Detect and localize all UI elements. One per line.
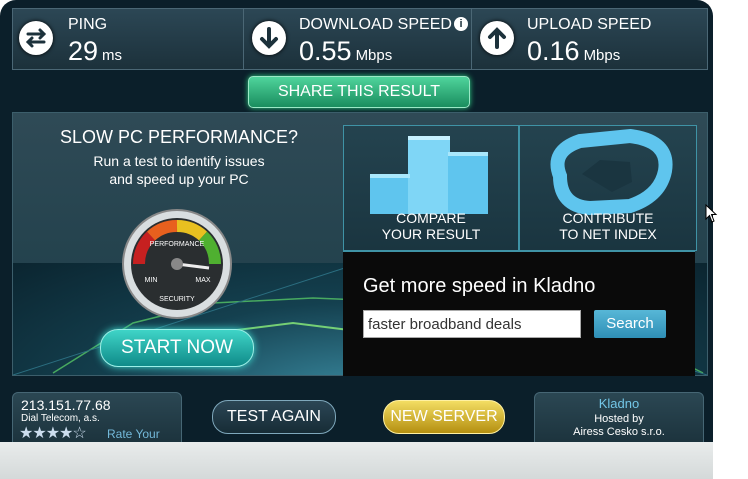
server-city: Kladno bbox=[598, 396, 640, 411]
search-ad: Get more speed in Kladno faster broadban… bbox=[343, 251, 695, 376]
bar-chart-icon bbox=[370, 136, 488, 214]
download-value: 0.55 Mbps bbox=[299, 36, 393, 66]
ping-stat: PING 29 ms bbox=[13, 9, 243, 69]
ip-address: 213.151.77.68 bbox=[21, 397, 111, 413]
gauge-bottom-label: SECURITY bbox=[159, 296, 195, 303]
download-stat: DOWNLOAD SPEED i 0.55 Mbps bbox=[243, 9, 472, 69]
ping-value: 29 ms bbox=[68, 36, 123, 66]
gauge-top-label: PERFORMANCE bbox=[150, 241, 205, 248]
download-arrow-icon bbox=[252, 21, 286, 55]
ping-unit: ms bbox=[102, 47, 123, 64]
server-host: Hosted by Airess Cesko s.r.o. bbox=[573, 413, 665, 438]
main-panel: SLOW PC PERFORMANCE? Run a test to ident… bbox=[12, 112, 708, 376]
slow-pc-subtitle: Run a test to identify issues and speed … bbox=[93, 153, 265, 187]
net-index-tile[interactable]: CONTRIBUTE TO NET INDEX bbox=[519, 125, 697, 251]
ad-title: Get more speed in Kladno bbox=[363, 275, 596, 297]
isp-panel: 213.151.77.68 Dial Telecom, a.s. ★★★★☆ R… bbox=[12, 392, 182, 442]
upload-value: 0.16 Mbps bbox=[527, 36, 621, 66]
start-now-button[interactable]: START NOW bbox=[100, 329, 254, 367]
tiles: COMPARE YOUR RESULT CONTRIBUTE TO NET INDE… bbox=[343, 125, 697, 251]
mouse-cursor-icon bbox=[705, 204, 718, 223]
speedtest-window: PING 29 ms DOWNLOAD SPEED i 0.55 Mbps UPLO… bbox=[0, 0, 713, 442]
server-panel: Kladno Hosted by Airess Cesko s.r.o. bbox=[534, 392, 704, 442]
search-input[interactable]: faster broadband deals bbox=[363, 310, 581, 338]
download-label: DOWNLOAD SPEED bbox=[299, 16, 452, 33]
gauge-min-label: MIN bbox=[145, 277, 158, 284]
download-unit: Mbps bbox=[355, 47, 393, 64]
search-button[interactable]: Search bbox=[594, 310, 666, 338]
ping-arrows-icon bbox=[19, 21, 53, 55]
share-result-button[interactable]: SHARE THIS RESULT bbox=[248, 76, 470, 108]
net-index-caption: CONTRIBUTE TO NET INDEX bbox=[559, 210, 657, 242]
new-server-button[interactable]: NEW SERVER bbox=[383, 400, 505, 434]
upload-label: UPLOAD SPEED bbox=[527, 16, 652, 33]
stats-bar: PING 29 ms DOWNLOAD SPEED i 0.55 Mbps UPLO… bbox=[12, 8, 708, 70]
compare-result-tile[interactable]: COMPARE YOUR RESULT bbox=[343, 125, 519, 251]
net-index-icon bbox=[550, 128, 673, 216]
info-icon[interactable]: i bbox=[454, 17, 468, 31]
upload-stat: UPLOAD SPEED 0.16 Mbps bbox=[471, 9, 708, 69]
upload-arrow-icon bbox=[480, 21, 514, 55]
page-bottom-bar bbox=[0, 442, 713, 479]
rate-isp-link[interactable]: Rate Your ISP bbox=[107, 427, 181, 442]
upload-unit: Mbps bbox=[583, 47, 621, 64]
test-again-button[interactable]: TEST AGAIN bbox=[212, 400, 336, 434]
slow-pc-title: SLOW PC PERFORMANCE? bbox=[59, 127, 299, 147]
performance-gauge-icon: PERFORMANCE MIN MAX SECURITY bbox=[122, 209, 232, 319]
compare-caption: COMPARE YOUR RESULT bbox=[381, 210, 481, 242]
star-rating-icon[interactable]: ★★★★☆ bbox=[19, 423, 87, 442]
ping-label: PING bbox=[68, 16, 108, 33]
gauge-max-label: MAX bbox=[195, 277, 211, 284]
